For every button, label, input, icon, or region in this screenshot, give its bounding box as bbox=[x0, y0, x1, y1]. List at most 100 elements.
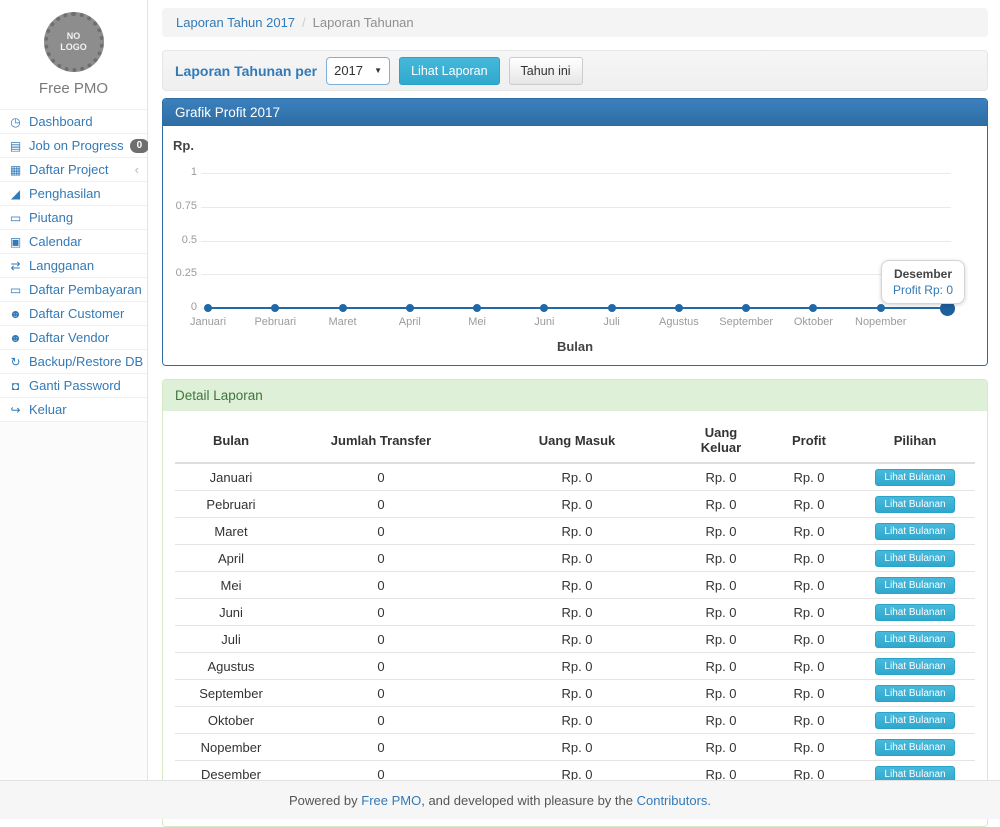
table-row: Januari0Rp. 0Rp. 0Rp. 0Lihat Bulanan bbox=[175, 463, 975, 491]
line-chart-icon: ◢ bbox=[8, 187, 23, 201]
cell-bulan: Agustus bbox=[175, 653, 287, 680]
sidebar-item-daftar-vendor[interactable]: ☻Daftar Vendor bbox=[0, 325, 147, 349]
data-point[interactable] bbox=[608, 304, 616, 312]
column-header-pilihan: Pilihan bbox=[855, 419, 975, 463]
cell-jumlah-transfer: 0 bbox=[287, 680, 475, 707]
cell-profit: Rp. 0 bbox=[763, 572, 855, 599]
table-row: Pebruari0Rp. 0Rp. 0Rp. 0Lihat Bulanan bbox=[175, 491, 975, 518]
report-table: BulanJumlah TransferUang MasukUang Kelua… bbox=[175, 419, 975, 812]
lihat-bulanan-button[interactable]: Lihat Bulanan bbox=[875, 577, 954, 594]
table-row: September0Rp. 0Rp. 0Rp. 0Lihat Bulanan bbox=[175, 680, 975, 707]
lihat-bulanan-button[interactable]: Lihat Bulanan bbox=[875, 604, 954, 621]
sidebar-item-langganan[interactable]: ⇄Langganan bbox=[0, 253, 147, 277]
data-point[interactable] bbox=[809, 304, 817, 312]
data-point[interactable] bbox=[204, 304, 212, 312]
sign-out-icon: ↪ bbox=[8, 403, 23, 417]
cell-uang-masuk: Rp. 0 bbox=[475, 680, 679, 707]
data-point[interactable] bbox=[339, 304, 347, 312]
lihat-bulanan-button[interactable]: Lihat Bulanan bbox=[875, 496, 954, 513]
cell-bulan: Pebruari bbox=[175, 491, 287, 518]
sidebar-item-daftar-pembayaran[interactable]: ▭Daftar Pembayaran bbox=[0, 277, 147, 301]
sidebar-item-backup-restore-db[interactable]: ↻Backup/Restore DB bbox=[0, 349, 147, 373]
sidebar-item-daftar-project[interactable]: ▦Daftar Project‹ bbox=[0, 157, 147, 181]
cell-uang-masuk: Rp. 0 bbox=[475, 545, 679, 572]
lihat-bulanan-button[interactable]: Lihat Bulanan bbox=[875, 739, 954, 756]
sidebar-item-label: Ganti Password bbox=[29, 378, 121, 393]
cell-jumlah-transfer: 0 bbox=[287, 707, 475, 734]
lihat-bulanan-button[interactable]: Lihat Bulanan bbox=[875, 523, 954, 540]
sidebar-item-calendar[interactable]: ▣Calendar bbox=[0, 229, 147, 253]
cell-bulan: Mei bbox=[175, 572, 287, 599]
lihat-bulanan-button[interactable]: Lihat Bulanan bbox=[875, 631, 954, 648]
data-point[interactable] bbox=[675, 304, 683, 312]
cell-profit: Rp. 0 bbox=[763, 653, 855, 680]
gridline bbox=[201, 173, 951, 174]
detail-panel-body: BulanJumlah TransferUang MasukUang Kelua… bbox=[163, 411, 987, 826]
x-tick-label: Nopember bbox=[839, 316, 923, 328]
sidebar: NO LOGO Free PMO ◷Dashboard▤Job on Progr… bbox=[0, 0, 148, 780]
cell-bulan: Juni bbox=[175, 599, 287, 626]
table-row: April0Rp. 0Rp. 0Rp. 0Lihat Bulanan bbox=[175, 545, 975, 572]
data-point[interactable] bbox=[742, 304, 750, 312]
sidebar-item-label: Calendar bbox=[29, 234, 82, 249]
sidebar-item-daftar-customer[interactable]: ☻Daftar Customer bbox=[0, 301, 147, 325]
data-point[interactable] bbox=[877, 304, 885, 312]
chart-tooltip: Desember Profit Rp: 0 bbox=[881, 260, 965, 304]
column-header-uang-keluar: Uang Keluar bbox=[679, 419, 763, 463]
sidebar-item-label: Piutang bbox=[29, 210, 73, 225]
sidebar-item-penghasilan[interactable]: ◢Penghasilan bbox=[0, 181, 147, 205]
breadcrumb-current: Laporan Tahunan bbox=[313, 15, 414, 30]
page: NO LOGO Free PMO ◷Dashboard▤Job on Progr… bbox=[0, 0, 1000, 819]
sidebar-item-label: Job on Progress bbox=[29, 138, 124, 153]
cell-jumlah-transfer: 0 bbox=[287, 572, 475, 599]
sidebar-item-dashboard[interactable]: ◷Dashboard bbox=[0, 109, 147, 133]
footer-link-contributors-[interactable]: Contributors. bbox=[637, 793, 711, 808]
data-point[interactable] bbox=[271, 304, 279, 312]
breadcrumb-link-laporan-tahun[interactable]: Laporan Tahun 2017 bbox=[176, 15, 295, 30]
cell-pilihan: Lihat Bulanan bbox=[855, 518, 975, 545]
data-point[interactable] bbox=[540, 304, 548, 312]
detail-laporan-panel: Detail Laporan BulanJumlah TransferUang … bbox=[162, 379, 988, 827]
lihat-bulanan-button[interactable]: Lihat Bulanan bbox=[875, 712, 954, 729]
cell-bulan: Nopember bbox=[175, 734, 287, 761]
lihat-laporan-button[interactable]: Lihat Laporan bbox=[399, 57, 499, 85]
filter-label: Laporan Tahunan per bbox=[175, 63, 317, 79]
series-line bbox=[208, 307, 948, 309]
lihat-bulanan-button[interactable]: Lihat Bulanan bbox=[875, 469, 954, 486]
cell-profit: Rp. 0 bbox=[763, 491, 855, 518]
cell-profit: Rp. 0 bbox=[763, 518, 855, 545]
sidebar-item-label: Langganan bbox=[29, 258, 94, 273]
table-icon: ▦ bbox=[8, 163, 23, 177]
cell-uang-masuk: Rp. 0 bbox=[475, 626, 679, 653]
table-header-row: BulanJumlah TransferUang MasukUang Kelua… bbox=[175, 419, 975, 463]
table-row: Agustus0Rp. 0Rp. 0Rp. 0Lihat Bulanan bbox=[175, 653, 975, 680]
tahun-ini-button[interactable]: Tahun ini bbox=[509, 57, 583, 85]
sidebar-item-keluar[interactable]: ↪Keluar bbox=[0, 397, 147, 422]
cell-profit: Rp. 0 bbox=[763, 626, 855, 653]
cell-uang-masuk: Rp. 0 bbox=[475, 707, 679, 734]
detail-panel-title: Detail Laporan bbox=[163, 380, 987, 411]
tasks-icon: ▤ bbox=[8, 139, 23, 153]
sidebar-item-piutang[interactable]: ▭Piutang bbox=[0, 205, 147, 229]
data-point[interactable] bbox=[473, 304, 481, 312]
cell-pilihan: Lihat Bulanan bbox=[855, 599, 975, 626]
lihat-bulanan-button[interactable]: Lihat Bulanan bbox=[875, 550, 954, 567]
cell-uang-keluar: Rp. 0 bbox=[679, 734, 763, 761]
sidebar-item-ganti-password[interactable]: ◘Ganti Password bbox=[0, 373, 147, 397]
year-select[interactable]: 2017 ▼ bbox=[326, 57, 390, 85]
lihat-bulanan-button[interactable]: Lihat Bulanan bbox=[875, 685, 954, 702]
lihat-bulanan-button[interactable]: Lihat Bulanan bbox=[875, 658, 954, 675]
sidebar-item-job-on-progress[interactable]: ▤Job on Progress0 bbox=[0, 133, 147, 157]
data-point[interactable] bbox=[406, 304, 414, 312]
cell-jumlah-transfer: 0 bbox=[287, 599, 475, 626]
footer-text: Powered by Free PMO, and developed with … bbox=[289, 793, 711, 808]
cell-jumlah-transfer: 0 bbox=[287, 463, 475, 491]
gridline bbox=[201, 241, 951, 242]
chart-panel-title: Grafik Profit 2017 bbox=[163, 99, 987, 126]
profit-chart-panel: Grafik Profit 2017 Rp. Bulan Desember Pr… bbox=[162, 98, 988, 366]
footer-link-free-pmo[interactable]: Free PMO bbox=[361, 793, 421, 808]
chart-y-axis-label: Rp. bbox=[173, 138, 194, 153]
cell-uang-keluar: Rp. 0 bbox=[679, 626, 763, 653]
cell-profit: Rp. 0 bbox=[763, 707, 855, 734]
sidebar-item-label: Daftar Customer bbox=[29, 306, 124, 321]
